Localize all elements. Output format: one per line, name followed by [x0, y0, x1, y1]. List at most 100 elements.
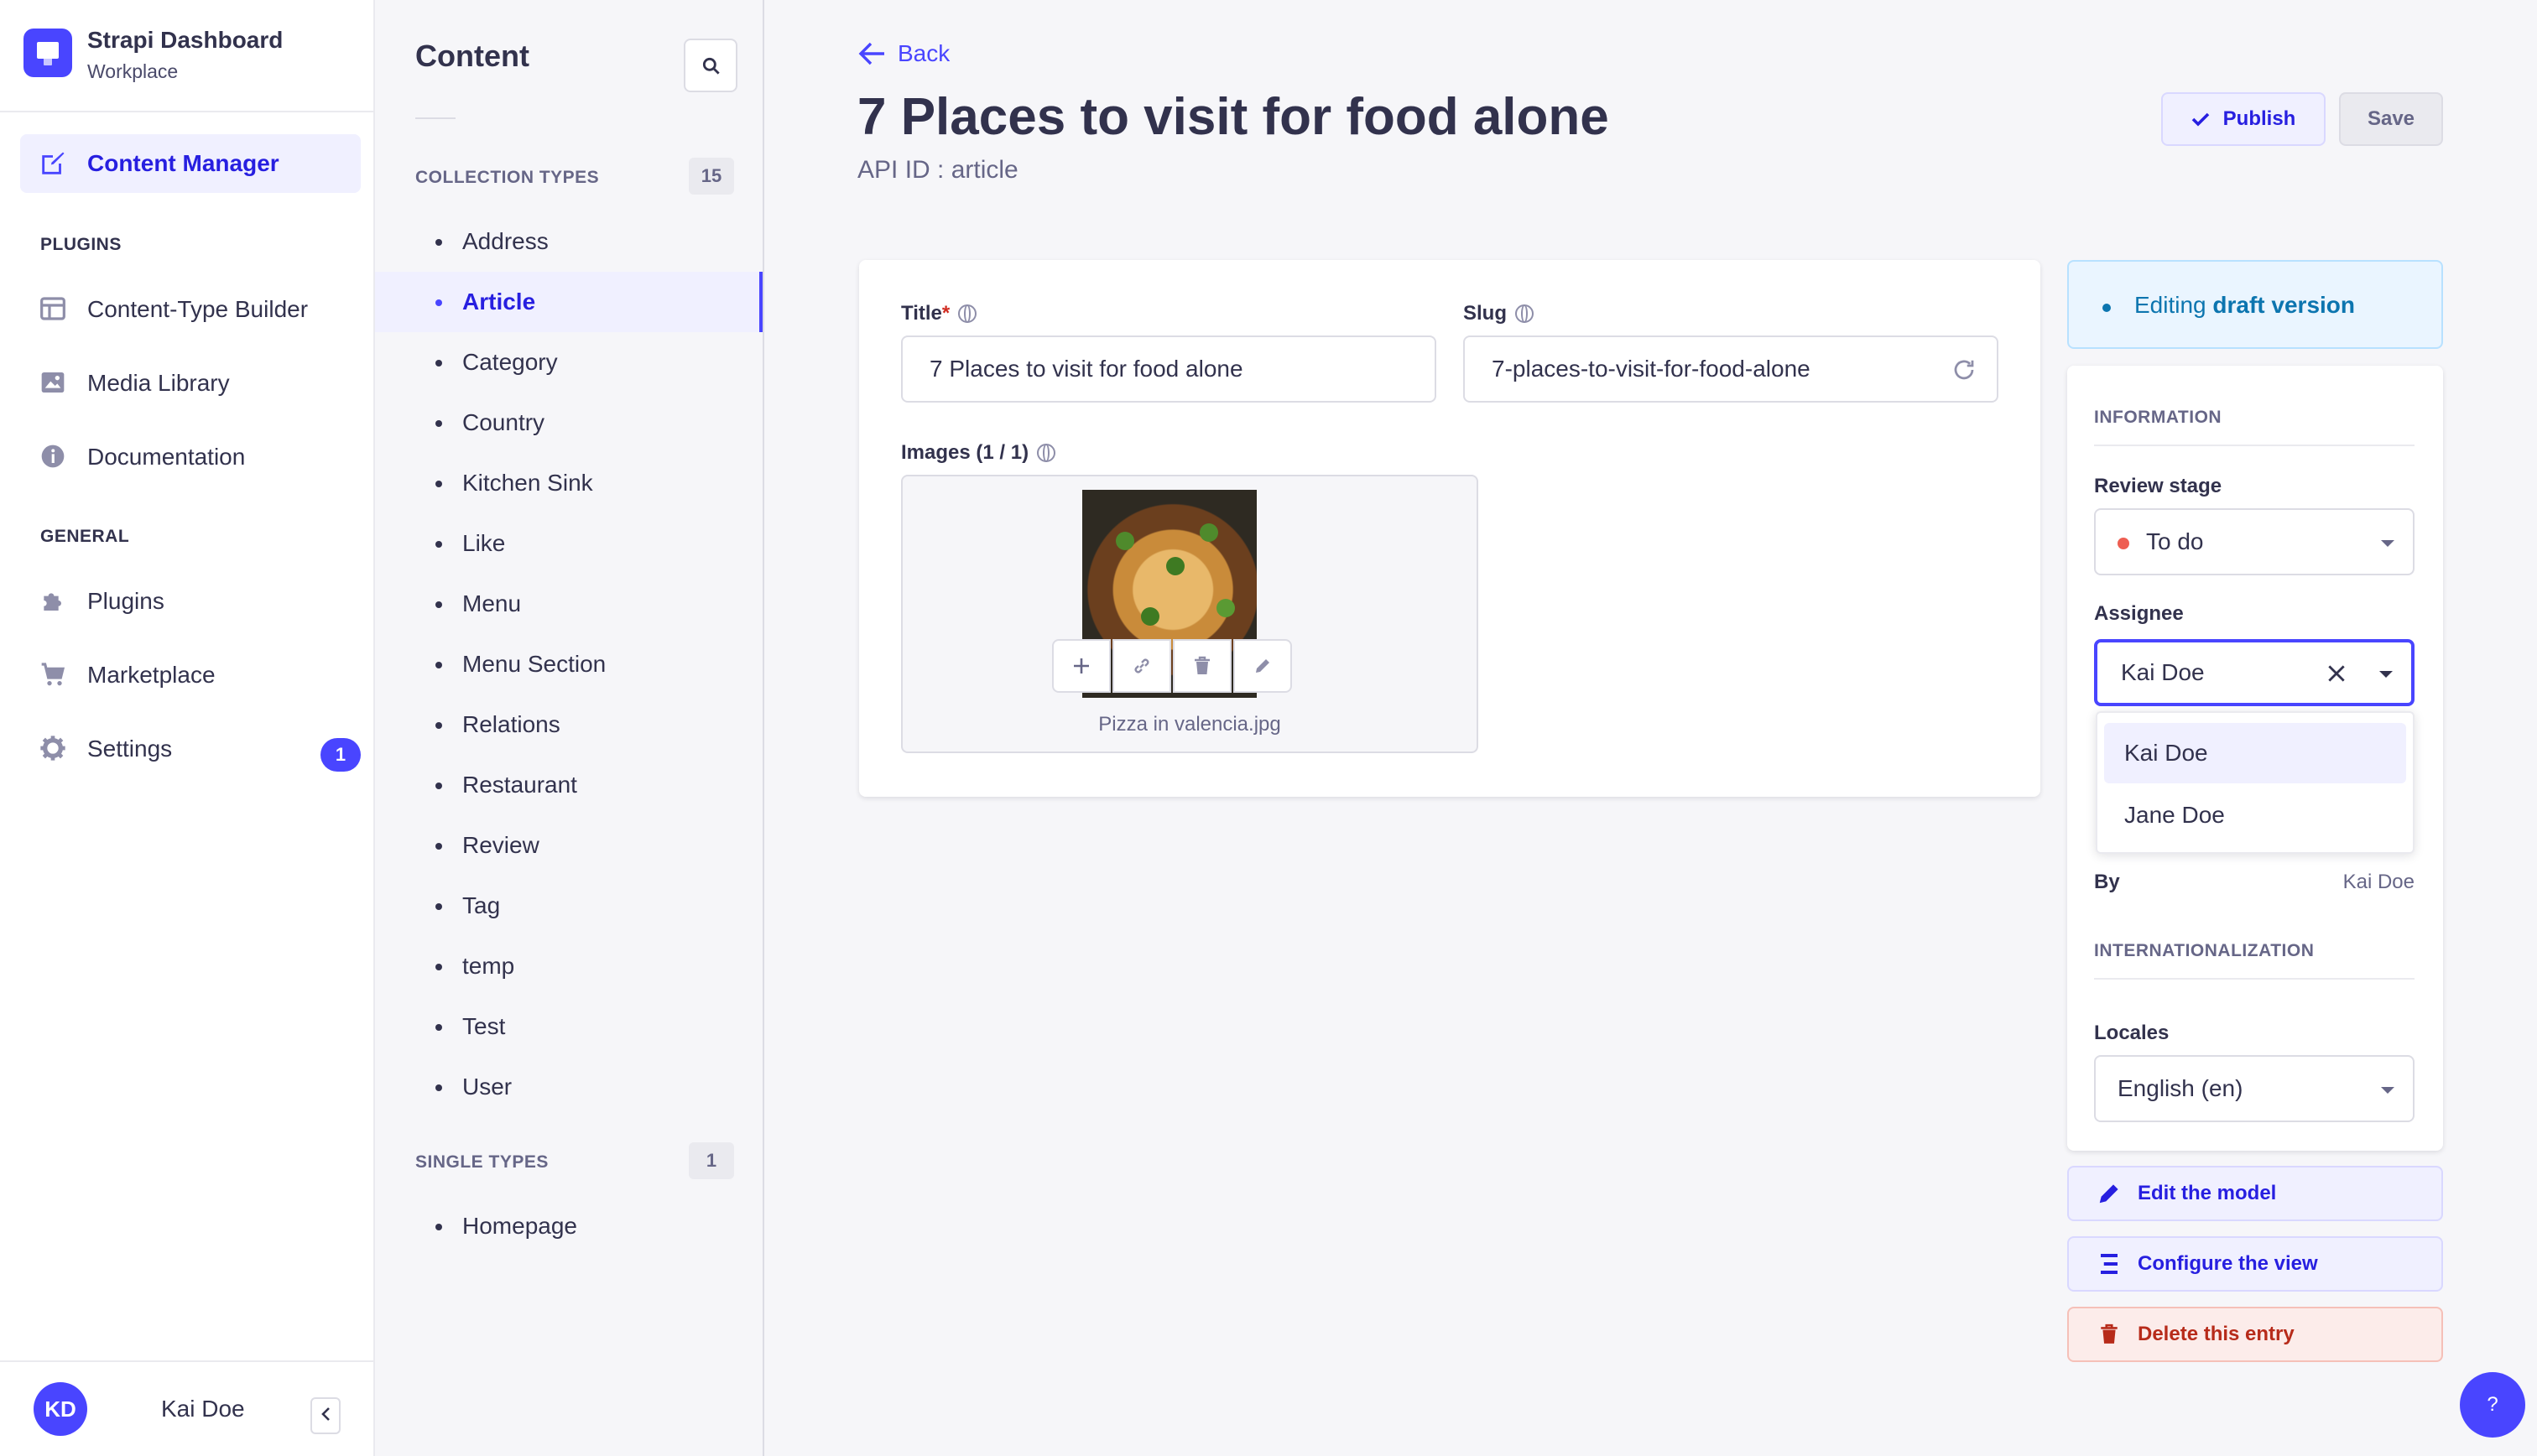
subnav-title: Content	[415, 39, 529, 73]
list-item[interactable]: Country	[375, 393, 763, 453]
review-stage-label: Review stage	[2094, 475, 2222, 497]
list-item[interactable]: Like	[375, 513, 763, 574]
main-navigation: Strapi Dashboard Workplace Content Manag…	[0, 0, 375, 1456]
nav-documentation-label: Documentation	[87, 444, 246, 470]
list-item[interactable]: temp	[375, 936, 763, 996]
nav-marketplace[interactable]: Marketplace	[20, 646, 361, 705]
review-stage-select[interactable]: To do	[2094, 508, 2415, 575]
globe-icon	[1515, 304, 1534, 323]
configure-view-button[interactable]: Configure the view	[2067, 1236, 2443, 1292]
list-item[interactable]: User	[375, 1057, 763, 1117]
divider	[2094, 445, 2415, 446]
collapse-nav-button[interactable]	[310, 1397, 341, 1434]
delete-image-button[interactable]	[1173, 639, 1232, 693]
pencil-square-icon	[39, 149, 67, 178]
list-item[interactable]: Category	[375, 332, 763, 393]
assignee-option[interactable]: Jane Doe	[2104, 785, 2406, 845]
list-item-label: Review	[462, 832, 539, 858]
copy-link-button[interactable]	[1112, 639, 1171, 693]
slug-value: 7-places-to-visit-for-food-alone	[1492, 356, 1810, 382]
layout-icon	[39, 295, 67, 324]
back-link[interactable]: Back	[857, 40, 950, 67]
divider	[2094, 978, 2415, 980]
chevron-left-icon	[321, 1407, 330, 1421]
list-item-label: User	[462, 1074, 513, 1100]
list-item[interactable]: Homepage	[375, 1196, 763, 1256]
nav-documentation[interactable]: Documentation	[20, 428, 361, 486]
list-item-label: Menu	[462, 590, 522, 616]
bullet-dot	[435, 420, 442, 427]
help-button[interactable]: ?	[2460, 1372, 2525, 1438]
trash-icon	[1195, 656, 1210, 674]
list-item[interactable]: Address	[375, 211, 763, 272]
strapi-logo-icon	[23, 29, 72, 77]
nav-settings[interactable]: Settings 1	[20, 720, 361, 778]
refresh-icon[interactable]	[1951, 357, 1977, 382]
collection-types-count: 15	[689, 158, 734, 195]
bullet-dot	[435, 299, 442, 306]
locales-select[interactable]: English (en)	[2094, 1055, 2415, 1122]
list-item-label: Like	[462, 530, 506, 556]
images-dropzone[interactable]: Pizza in valencia.jpg	[901, 475, 1478, 753]
subnav-search-button[interactable]	[684, 39, 737, 92]
list-item-label: Test	[462, 1013, 506, 1039]
trash-icon	[2096, 1321, 2123, 1348]
avatar[interactable]: KD	[34, 1382, 87, 1436]
single-types-heading: SINGLE TYPES	[415, 1152, 549, 1172]
api-id: API ID : article	[857, 156, 1018, 184]
collection-types-heading: COLLECTION TYPES	[415, 168, 600, 187]
list-item[interactable]: Relations	[375, 694, 763, 755]
edit-image-button[interactable]	[1233, 639, 1292, 693]
link-icon	[1134, 658, 1149, 673]
gear-icon	[39, 735, 67, 763]
brand: Strapi Dashboard Workplace	[0, 0, 373, 112]
list-item-label: Restaurant	[462, 772, 577, 798]
bullet-dot	[435, 783, 442, 789]
caret-down-icon[interactable]	[2379, 671, 2393, 678]
list-item[interactable]: Test	[375, 996, 763, 1057]
nav-content-manager[interactable]: Content Manager	[20, 134, 361, 193]
slug-field-label: Slug	[1463, 302, 1534, 325]
add-image-button[interactable]	[1052, 639, 1111, 693]
information-heading: INFORMATION	[2094, 408, 2222, 427]
bullet-dot	[435, 541, 442, 548]
bullet-dot	[435, 601, 442, 608]
slug-input[interactable]: 7-places-to-visit-for-food-alone	[1463, 335, 1998, 403]
content-subnav: Content COLLECTION TYPES 15 Address Artic…	[375, 0, 764, 1456]
pencil-icon	[1256, 659, 1269, 673]
delete-entry-button[interactable]: Delete this entry	[2067, 1307, 2443, 1362]
assignee-select[interactable]: Kai Doe	[2094, 639, 2415, 706]
by-value: Kai Doe	[2342, 871, 2415, 893]
clear-icon[interactable]	[2326, 663, 2347, 684]
bullet-dot	[435, 1084, 442, 1091]
assignee-option[interactable]: Kai Doe	[2104, 723, 2406, 783]
list-item[interactable]: Kitchen Sink	[375, 453, 763, 513]
list-item[interactable]: Article	[375, 272, 763, 332]
nav-content-type-builder[interactable]: Content-Type Builder	[20, 280, 361, 339]
list-item-label: Homepage	[462, 1213, 577, 1239]
list-item-label: Country	[462, 409, 545, 435]
bullet-dot	[435, 843, 442, 850]
bullet-dot	[435, 964, 442, 970]
list-item[interactable]: Menu	[375, 574, 763, 634]
user-bar: KD Kai Doe	[0, 1360, 373, 1456]
edit-model-button[interactable]: Edit the model	[2067, 1166, 2443, 1221]
list-item[interactable]: Menu Section	[375, 634, 763, 694]
nav-media-library-label: Media Library	[87, 370, 230, 396]
pencil-icon	[2096, 1180, 2123, 1207]
cart-icon	[39, 661, 67, 689]
nav-plugins[interactable]: Plugins	[20, 572, 361, 631]
nav-settings-label: Settings	[87, 736, 173, 762]
bullet-dot	[435, 360, 442, 367]
nav-content-type-builder-label: Content-Type Builder	[87, 296, 309, 322]
nav-media-library[interactable]: Media Library	[20, 354, 361, 413]
save-button[interactable]: Save	[2339, 92, 2443, 146]
title-input[interactable]: 7 Places to visit for food alone	[901, 335, 1436, 403]
back-label: Back	[898, 40, 951, 66]
user-name[interactable]: Kai Doe	[161, 1396, 245, 1422]
list-item[interactable]: Review	[375, 815, 763, 876]
list-item[interactable]: Tag	[375, 876, 763, 936]
list-item[interactable]: Restaurant	[375, 755, 763, 815]
publish-button[interactable]: Publish	[2161, 92, 2326, 146]
list-item-label: Kitchen Sink	[462, 470, 593, 496]
